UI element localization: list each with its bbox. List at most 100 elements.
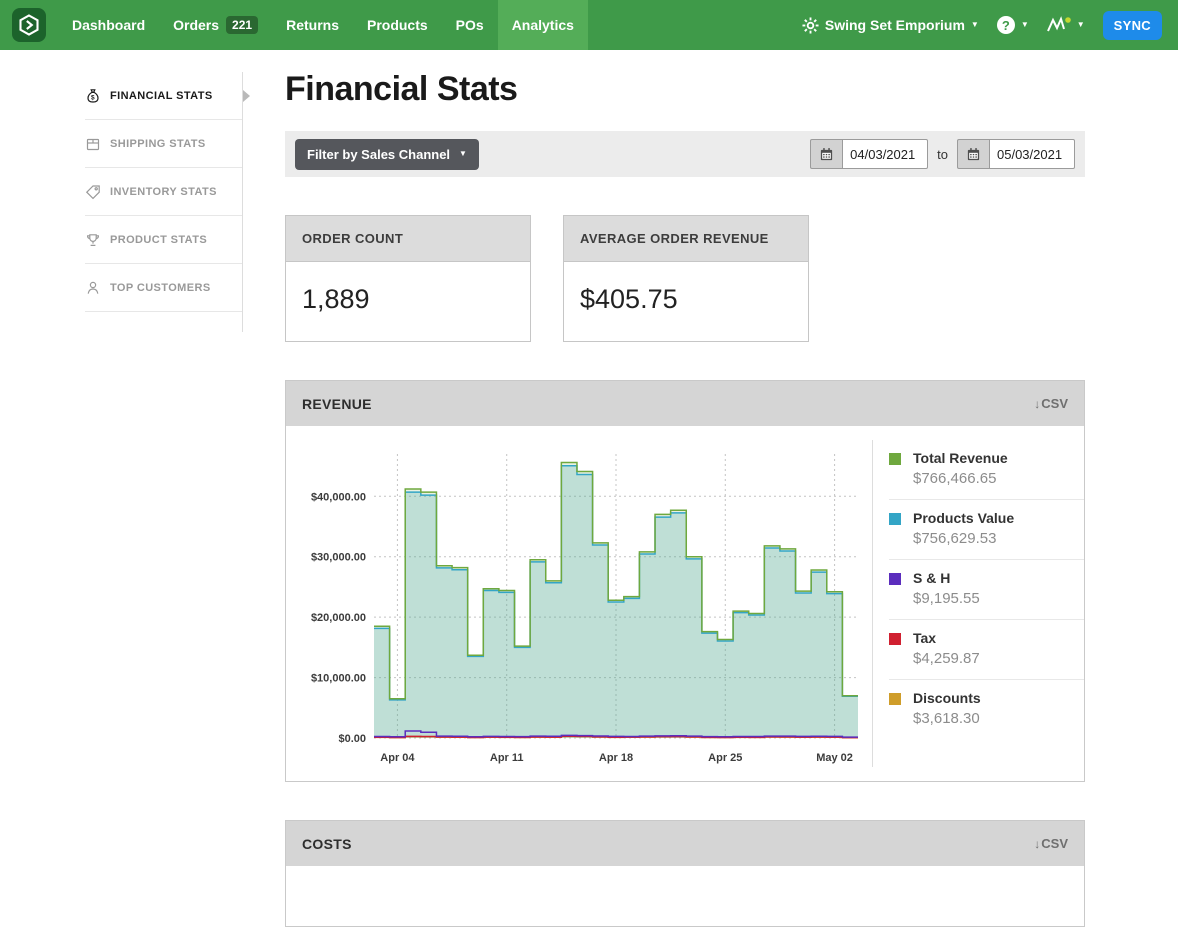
svg-text:$: $ — [91, 94, 95, 101]
svg-text:$30,000.00: $30,000.00 — [311, 552, 366, 564]
sidebar-item-label: PRODUCT STATS — [110, 234, 207, 246]
revenue-panel: REVENUE ↓ CSV $0.00$10,000.00$20,000.00$… — [285, 380, 1085, 782]
legend-series-total: $9,195.55 — [913, 590, 1084, 607]
average-order-revenue-value: $405.75 — [564, 262, 808, 341]
revenue-panel-header: REVENUE ↓ CSV — [286, 381, 1084, 426]
date-from-group — [810, 139, 928, 169]
costs-panel-title: COSTS — [302, 836, 352, 852]
date-range-picker: to — [810, 139, 1075, 169]
legend-series-name: Total Revenue — [913, 450, 1084, 466]
nav-label: Returns — [286, 17, 339, 33]
gear-icon — [802, 17, 819, 34]
page-content: $ FINANCIAL STATS SHIPPING STATS INVENTO… — [0, 50, 1178, 927]
legend-item-total-revenue: Total Revenue $766,466.65 — [889, 440, 1084, 500]
costs-csv-download-link[interactable]: ↓ CSV — [1034, 836, 1068, 851]
legend-series-total: $3,618.30 — [913, 710, 1084, 727]
account-menu-button[interactable]: Swing Set Emporium ▼ — [802, 17, 979, 34]
order-count-value: 1,889 — [286, 262, 530, 341]
chevron-down-icon: ▼ — [971, 21, 979, 29]
revenue-panel-title: REVENUE — [302, 396, 372, 412]
sidebar-item-financial-stats[interactable]: $ FINANCIAL STATS — [85, 72, 242, 120]
nav-label: Dashboard — [72, 17, 145, 33]
help-menu-button[interactable]: ? ▼ — [997, 16, 1029, 34]
nav-item-pos[interactable]: POs — [442, 0, 498, 50]
top-nav: Dashboard Orders 221 Returns Products PO… — [0, 0, 1178, 50]
pulse-icon — [1047, 16, 1071, 34]
sidebar-item-label: SHIPPING STATS — [110, 138, 206, 150]
costs-panel: COSTS ↓ CSV — [285, 820, 1085, 927]
date-from-calendar-button[interactable] — [810, 139, 842, 169]
sidebar-item-label: TOP CUSTOMERS — [110, 282, 211, 294]
sidebar-item-label: INVENTORY STATS — [110, 186, 217, 198]
main-nav: Dashboard Orders 221 Returns Products PO… — [58, 0, 588, 50]
sidebar: $ FINANCIAL STATS SHIPPING STATS INVENTO… — [85, 72, 243, 332]
customer-icon — [85, 280, 101, 296]
revenue-csv-download-link[interactable]: ↓ CSV — [1034, 396, 1068, 411]
legend-series-name: Products Value — [913, 510, 1084, 526]
legend-series-name: Discounts — [913, 690, 1084, 706]
csv-label: CSV — [1041, 396, 1068, 411]
stat-card-header: AVERAGE ORDER REVENUE — [564, 216, 808, 262]
legend-swatch — [889, 633, 901, 645]
revenue-panel-body: $0.00$10,000.00$20,000.00$30,000.00$40,0… — [286, 426, 1084, 781]
hexagon-arrow-icon — [17, 13, 41, 37]
app-logo[interactable] — [0, 0, 58, 50]
nav-item-orders[interactable]: Orders 221 — [159, 0, 272, 50]
chevron-down-icon: ▼ — [459, 150, 467, 158]
legend-item-products-value: Products Value $756,629.53 — [889, 500, 1084, 560]
svg-text:Apr 11: Apr 11 — [490, 752, 524, 764]
sidebar-item-product-stats[interactable]: PRODUCT STATS — [85, 216, 242, 264]
calendar-icon — [819, 147, 834, 162]
app-logo-icon — [12, 8, 46, 42]
sidebar-item-shipping-stats[interactable]: SHIPPING STATS — [85, 120, 242, 168]
page-title: Financial Stats — [285, 70, 1085, 109]
activity-menu-button[interactable]: ▼ — [1047, 16, 1085, 34]
account-name: Swing Set Emporium — [825, 17, 965, 33]
tag-icon — [85, 184, 101, 200]
sync-button[interactable]: SYNC — [1103, 11, 1162, 40]
svg-text:$20,000.00: $20,000.00 — [311, 612, 366, 624]
legend-item-s-and-h: S & H $9,195.55 — [889, 560, 1084, 620]
legend-item-discounts: Discounts $3,618.30 — [889, 680, 1084, 739]
nav-label: Orders — [173, 17, 219, 33]
svg-text:$40,000.00: $40,000.00 — [311, 491, 366, 503]
sales-channel-filter-button[interactable]: Filter by Sales Channel ▼ — [295, 139, 479, 170]
download-arrow-icon: ↓ — [1034, 837, 1040, 851]
nav-item-returns[interactable]: Returns — [272, 0, 353, 50]
package-icon — [85, 136, 101, 152]
date-to-calendar-button[interactable] — [957, 139, 989, 169]
date-from-input[interactable] — [842, 139, 928, 169]
main-content: Financial Stats Filter by Sales Channel … — [285, 50, 1085, 927]
csv-label: CSV — [1041, 836, 1068, 851]
legend-swatch — [889, 693, 901, 705]
money-bag-icon: $ — [85, 88, 101, 104]
date-to-input[interactable] — [989, 139, 1075, 169]
svg-text:Apr 25: Apr 25 — [708, 752, 742, 764]
legend-swatch — [889, 573, 901, 585]
nav-label: Products — [367, 17, 428, 33]
revenue-chart-area: $0.00$10,000.00$20,000.00$30,000.00$40,0… — [286, 426, 872, 781]
nav-item-analytics[interactable]: Analytics — [498, 0, 588, 50]
sales-channel-filter-label: Filter by Sales Channel — [307, 147, 450, 162]
nav-item-products[interactable]: Products — [353, 0, 442, 50]
legend-series-total: $756,629.53 — [913, 530, 1084, 547]
svg-text:$0.00: $0.00 — [338, 733, 366, 745]
date-to-group — [957, 139, 1075, 169]
legend-swatch — [889, 513, 901, 525]
date-range-to-label: to — [937, 147, 948, 162]
nav-label: POs — [456, 17, 484, 33]
download-arrow-icon: ↓ — [1034, 397, 1040, 411]
costs-panel-body — [286, 866, 1084, 926]
nav-item-dashboard[interactable]: Dashboard — [58, 0, 159, 50]
sidebar-item-inventory-stats[interactable]: INVENTORY STATS — [85, 168, 242, 216]
legend-item-tax: Tax $4,259.87 — [889, 620, 1084, 680]
svg-text:Apr 04: Apr 04 — [380, 752, 415, 764]
filter-bar: Filter by Sales Channel ▼ — [285, 131, 1085, 177]
nav-right-cluster: Swing Set Emporium ▼ ? ▼ ▼ SYNC — [802, 0, 1178, 50]
legend-series-name: S & H — [913, 570, 1084, 586]
stat-cards-row: ORDER COUNT 1,889 AVERAGE ORDER REVENUE … — [285, 215, 1085, 342]
orders-count-badge: 221 — [226, 16, 258, 34]
trophy-icon — [85, 232, 101, 248]
sidebar-item-top-customers[interactable]: TOP CUSTOMERS — [85, 264, 242, 312]
svg-text:Apr 18: Apr 18 — [599, 752, 633, 764]
